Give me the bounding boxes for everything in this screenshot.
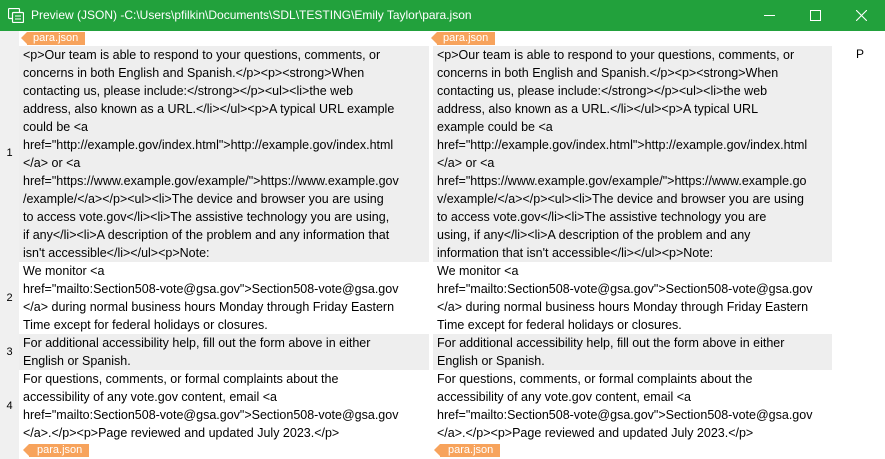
- window-title: Preview (JSON) -C:\Users\pfilkin\Documen…: [31, 8, 472, 22]
- app-preview-icon: [8, 8, 24, 23]
- segment-line: accessibility of any vote.gov content, e…: [23, 390, 277, 404]
- segment-line: We monitor <a: [437, 264, 519, 278]
- segment-line: href="mailto:Section508-vote@gsa.gov">Se…: [437, 282, 813, 296]
- segment-line: <p>Our team is able to respond to your q…: [23, 48, 381, 62]
- segment-line: href="https://www.example.gov/example/">…: [23, 174, 399, 188]
- segment-line: </a> during normal business hours Monday…: [23, 300, 395, 314]
- segment-line: </a> or <a: [437, 156, 495, 170]
- segment-line: contacting us, please include:</strong><…: [437, 84, 768, 98]
- close-icon: [855, 10, 867, 21]
- file-start-tag-target-label: para.json: [443, 32, 489, 44]
- segment-line: Time except for federal holidays or clos…: [23, 318, 268, 332]
- segment-line: </a>.</p><p>Page reviewed and updated Ju…: [23, 426, 340, 440]
- file-start-tag-source-label: para.json: [33, 32, 79, 44]
- segment-3-source[interactable]: For additional accessibility help, fill …: [19, 334, 429, 370]
- segment-1-target[interactable]: <p>Our team is able to respond to your q…: [433, 46, 832, 262]
- segment-1-source[interactable]: <p>Our team is able to respond to your q…: [19, 46, 429, 262]
- segment-line: href="mailto:Section508-vote@gsa.gov">Se…: [23, 408, 399, 422]
- title-bar: Preview (JSON) -C:\Users\pfilkin\Documen…: [0, 0, 885, 31]
- file-end-tag-target-label: para.json: [448, 444, 494, 456]
- segment-line: could be <a: [23, 120, 88, 134]
- segment-line: address, also known as a URL.</li></ul><…: [23, 102, 395, 116]
- minimize-icon: [763, 15, 775, 16]
- close-button[interactable]: [838, 0, 884, 31]
- minimize-button[interactable]: [746, 0, 792, 31]
- line-number-gutter: [0, 31, 19, 459]
- segment-line: href="mailto:Section508-vote@gsa.gov">Se…: [437, 408, 813, 422]
- segment-line: href="http://example.gov/index.html">htt…: [23, 138, 394, 152]
- segment-line: Time except for federal holidays or clos…: [437, 318, 682, 332]
- segment-3-target[interactable]: For additional accessibility help, fill …: [433, 334, 832, 370]
- file-end-tag-source-label: para.json: [37, 444, 83, 456]
- status-column: [836, 46, 885, 444]
- segment-line: For questions, comments, or formal compl…: [23, 372, 339, 386]
- segment-4-target[interactable]: For questions, comments, or formal compl…: [433, 370, 832, 442]
- segment-line: For additional accessibility help, fill …: [23, 336, 371, 350]
- segment-line: contacting us, please include:</strong><…: [23, 84, 354, 98]
- status-letter: P: [856, 47, 865, 61]
- segment-line: accessibility of any vote.gov content, e…: [437, 390, 691, 404]
- file-end-tag-source: para.json: [22, 444, 90, 457]
- segment-line: address, also known as a URL.</li></ul><…: [437, 102, 759, 116]
- preview-content[interactable]: para.json para.json 1 2 3 4 <p>Our team …: [0, 31, 885, 459]
- segment-line: isn't accessible</li></ul><p>Note:: [23, 246, 210, 260]
- file-start-tag-source: para.json: [20, 32, 86, 45]
- segment-line: </a>.</p><p>Page reviewed and updated Ju…: [437, 426, 754, 440]
- segment-line: concerns in both English and Spanish.</p…: [437, 66, 779, 80]
- segment-number-2: 2: [6, 292, 13, 304]
- segment-line: to access vote.gov</li><li>The assistive…: [437, 210, 767, 224]
- segment-line: <p>Our team is able to respond to your q…: [437, 48, 795, 62]
- segment-line: English or Spanish.: [23, 354, 131, 368]
- segment-2-target[interactable]: We monitor <a href="mailto:Section508-vo…: [433, 262, 832, 334]
- segment-line: using, if any</li><li>A description of t…: [437, 228, 751, 242]
- segment-line: For questions, comments, or formal compl…: [437, 372, 753, 386]
- segment-line: href="mailto:Section508-vote@gsa.gov">Se…: [23, 282, 399, 296]
- segment-2-source[interactable]: We monitor <a href="mailto:Section508-vo…: [19, 262, 429, 334]
- segment-number-1: 1: [6, 147, 13, 159]
- segment-line: if any</li><li>A description of the prob…: [23, 228, 390, 242]
- segment-line: English or Spanish.: [437, 354, 545, 368]
- file-end-tag-target: para.json: [433, 444, 501, 457]
- segment-line: /example/</a></p><ul><li>The device and …: [23, 192, 384, 206]
- segment-line: v/example/</a></p><ul><li>The device and…: [437, 192, 804, 206]
- segment-line: </a> or <a: [23, 156, 81, 170]
- segment-line: href="https://www.example.gov/example/">…: [437, 174, 807, 188]
- segment-line: href="http://example.gov/index.html">htt…: [437, 138, 808, 152]
- maximize-button[interactable]: [792, 0, 838, 31]
- segment-number-3: 3: [6, 346, 13, 358]
- segment-number-4: 4: [6, 400, 13, 412]
- segment-line: We monitor <a: [23, 264, 105, 278]
- segment-line: </a> during normal business hours Monday…: [437, 300, 809, 314]
- segment-line: For additional accessibility help, fill …: [437, 336, 785, 350]
- segment-line: to access vote.gov</li><li>The assistive…: [23, 210, 390, 224]
- segment-4-source[interactable]: For questions, comments, or formal compl…: [19, 370, 429, 442]
- segment-line: example could be <a: [437, 120, 553, 134]
- segment-line: information that isn't accessible</li></…: [437, 246, 714, 260]
- file-start-tag-target: para.json: [430, 32, 496, 45]
- maximize-icon: [809, 10, 821, 21]
- segment-line: concerns in both English and Spanish.</p…: [23, 66, 365, 80]
